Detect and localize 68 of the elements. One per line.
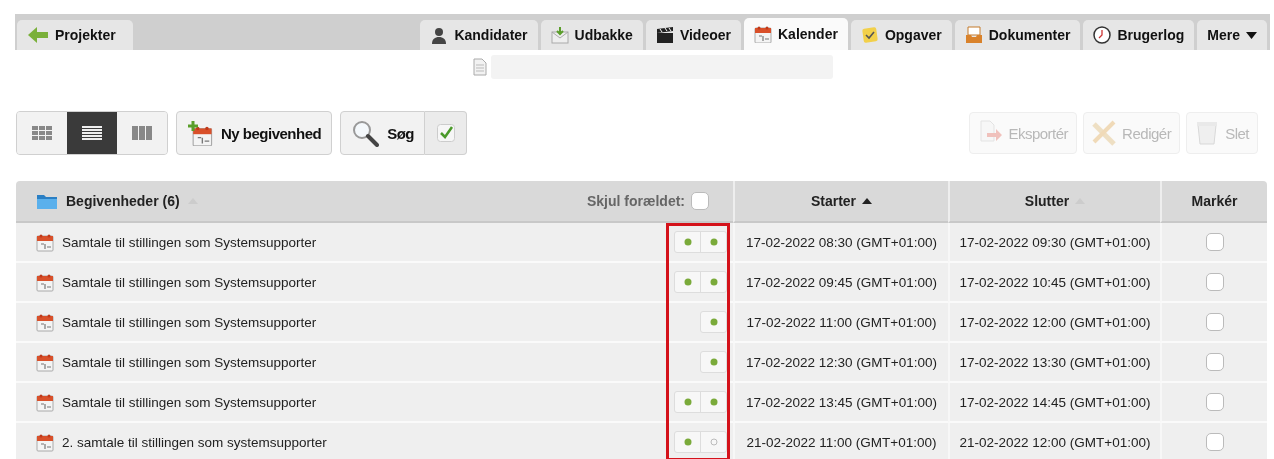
document-icon [473,58,487,76]
filter-toggle[interactable] [425,111,468,155]
checkbox[interactable] [1205,353,1224,371]
table-cell: 17-02-2022 12:00 (GMT+01:00) [948,303,1160,343]
table-cell: 21-02-2022 11:00 (GMT+01:00) [733,423,948,459]
tab[interactable]: Brugerlog [1083,20,1195,50]
table-cell: 17-02-2022 13:30 (GMT+01:00) [948,343,1160,383]
header-label: Begivenheder (6) [66,193,180,209]
event-title[interactable]: Samtale til stillingen som Systemsupporter [62,274,317,290]
checkbox[interactable] [1205,233,1224,251]
calendar-icon [36,272,54,292]
grid-view-icon [32,126,52,140]
menu-tab[interactable]: Mere [1197,20,1267,50]
tab[interactable]: Opgaver [850,20,952,50]
event-title[interactable]: Samtale til stillingen som Systemsupporter [62,354,317,370]
column-header[interactable]: Markér [1160,181,1267,223]
checkbox[interactable] [1205,313,1224,331]
calendar-icon [36,232,54,252]
folder-icon [36,192,58,210]
calendar-icon [36,392,54,412]
table-cell: 17-02-2022 08:30 (GMT+01:00) [733,223,948,263]
column-header[interactable]: Slutter [948,181,1160,223]
table-cell: 17-02-2022 09:30 (GMT+01:00) [948,223,1160,263]
search-button[interactable]: Søg [340,111,426,155]
back-tab[interactable]: Projekter [17,20,133,50]
inbox-tray-icon [964,26,983,44]
tab[interactable]: Udbakke [540,20,643,50]
clock-icon [1093,26,1112,44]
person-icon [430,26,449,44]
table-cell: 17-02-2022 10:45 (GMT+01:00) [948,263,1160,303]
event-title[interactable]: 2. samtale til stillingen som systemsupporter [62,434,327,450]
checkbox[interactable] [691,192,709,210]
tab[interactable]: Videoer [645,20,741,50]
sort-arrow-icon [862,198,873,204]
table-cell: 17-02-2022 14:45 (GMT+01:00) [948,383,1160,423]
calendar-icon [36,312,54,332]
calendar-icon [36,352,54,372]
caret-icon [1246,31,1257,39]
view-toggle-group[interactable] [16,111,168,155]
checkbox[interactable] [1205,393,1224,411]
column-header[interactable]: Starter [733,181,948,223]
column-view-icon [132,126,152,140]
tab[interactable]: Kandidater [420,20,538,50]
checkmark-icon [436,124,455,142]
tab[interactable]: Dokumenter [954,20,1081,50]
note-check-icon [860,26,879,44]
tab[interactable]: Kalender [744,18,848,50]
event-title[interactable]: Samtale til stillingen som Systemsupporter [62,314,317,330]
view-toggle[interactable] [67,112,117,154]
clapperboard-icon [655,26,674,44]
calendar-icon [36,432,54,452]
new-event-button[interactable]: Ny begivenhed [176,111,333,155]
arrow-left-icon [27,26,49,44]
checkbox[interactable] [1205,273,1224,291]
list-view-icon [82,126,102,140]
table-cell: 17-02-2022 12:30 (GMT+01:00) [733,343,948,383]
calendar-icon [754,25,772,43]
event-title[interactable]: Samtale til stillingen som Systemsupporter [62,234,317,250]
calendar-add-icon [187,120,213,146]
table-cell: 21-02-2022 12:00 (GMT+01:00) [948,423,1160,459]
table-cell: 17-02-2022 13:45 (GMT+01:00) [733,383,948,423]
event-title[interactable]: Samtale til stillingen som Systemsupporter [62,394,317,410]
table-cell: 17-02-2022 11:00 (GMT+01:00) [733,303,948,343]
table-cell: 17-02-2022 09:45 (GMT+01:00) [733,263,948,303]
checkbox[interactable] [1205,433,1224,451]
search-icon [351,119,380,147]
envelope-icon [550,26,569,44]
checkbox-label: Skjul forældet: [587,193,685,209]
